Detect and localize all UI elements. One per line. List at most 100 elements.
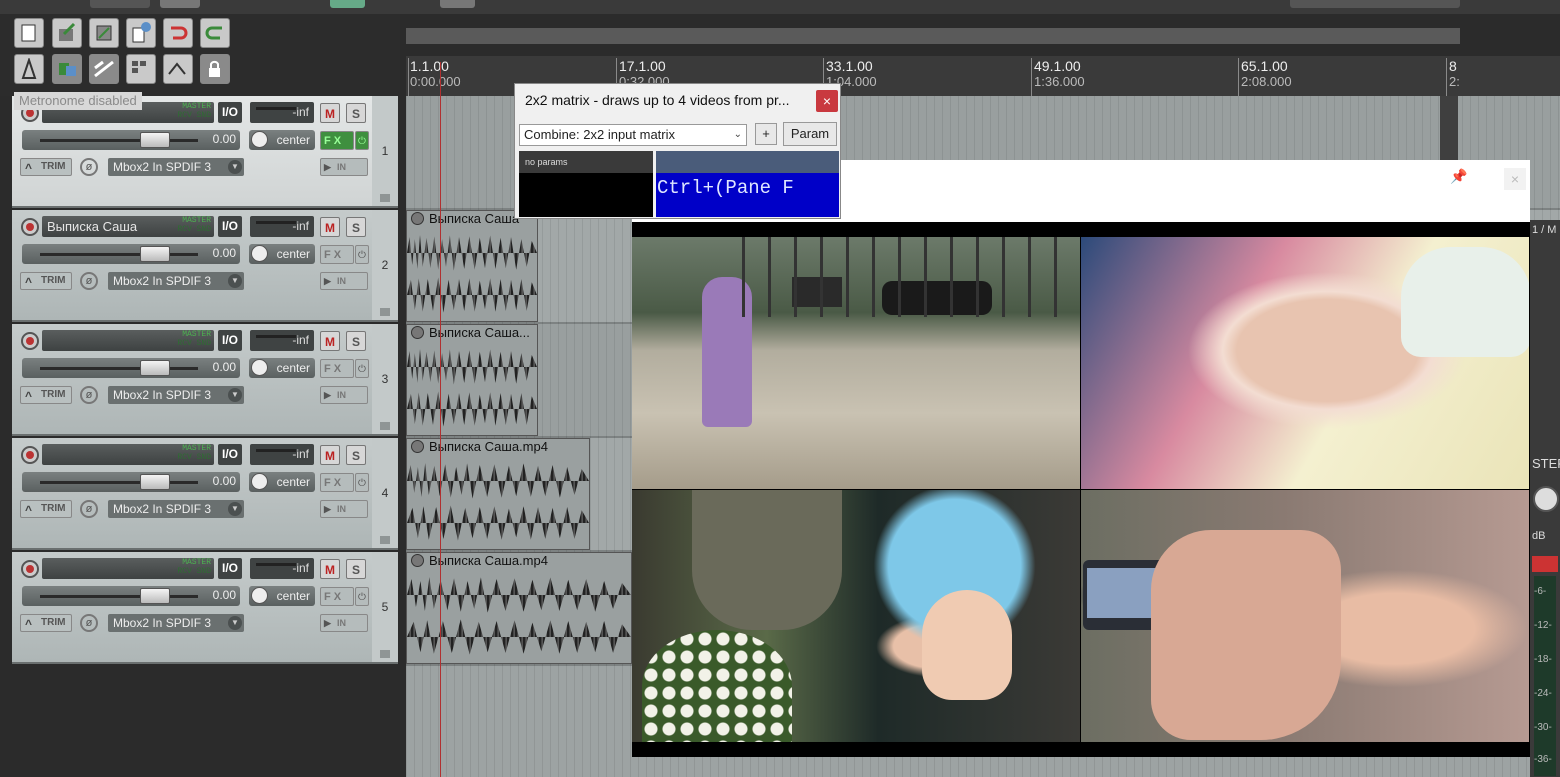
automation-mode-button[interactable]: TRIM [20, 272, 72, 290]
fx-button[interactable]: F X [320, 245, 354, 264]
master-pan-knob[interactable] [1533, 486, 1559, 512]
input-select[interactable]: Mbox2 In SPDIF 3 ▼ [108, 158, 244, 176]
fx-button[interactable]: F X [320, 587, 354, 606]
media-item[interactable]: Выписка Саша... [406, 324, 538, 436]
input-select[interactable]: Mbox2 In SPDIF 3 ▼ [108, 500, 244, 518]
mute-button[interactable]: M [320, 559, 340, 579]
automation-mode-button[interactable]: TRIM [20, 500, 72, 518]
undo-icon[interactable] [163, 18, 193, 48]
io-button[interactable]: I/O [218, 102, 242, 123]
horizontal-scrollbar[interactable] [406, 28, 1460, 44]
mute-button[interactable]: M [320, 217, 340, 237]
automation-mode-button[interactable]: TRIM [20, 614, 72, 632]
metronome-icon[interactable] [14, 54, 44, 84]
record-arm-button[interactable] [21, 218, 39, 236]
input-monitor-button[interactable]: IN [320, 158, 368, 176]
fx-bypass-icon[interactable]: ⏻ [355, 359, 369, 378]
io-button[interactable]: I/O [218, 558, 242, 579]
envelope-points-icon[interactable] [163, 54, 193, 84]
close-icon[interactable]: × [1504, 168, 1526, 190]
pan-knob[interactable]: center [249, 358, 315, 378]
fx-bypass-icon[interactable]: ⏻ [355, 245, 369, 264]
track-name[interactable]: MASTER RCV SND [42, 330, 214, 351]
automation-mode-button[interactable]: TRIM [20, 386, 72, 404]
auto-crossfade-icon[interactable] [52, 54, 82, 84]
input-monitor-button[interactable]: IN [320, 272, 368, 290]
track-header[interactable]: MASTER RCV SND I/O -inf M S 0.00 center F… [12, 324, 398, 436]
volume-fader[interactable]: 0.00 [22, 586, 240, 606]
input-monitor-button[interactable]: IN [320, 386, 368, 404]
volume-fader[interactable]: 0.00 [22, 472, 240, 492]
ripple-edit-icon[interactable] [89, 54, 119, 84]
fx-window[interactable]: 2x2 matrix - draws up to 4 videos from p… [514, 83, 841, 219]
solo-button[interactable]: S [346, 217, 366, 237]
record-arm-button[interactable] [21, 446, 39, 464]
volume-fader[interactable]: 0.00 [22, 244, 240, 264]
track-header[interactable]: Выписка Саша MASTER RCV SND I/O -inf M S 0… [12, 210, 398, 322]
new-project-icon[interactable] [14, 18, 44, 48]
automation-mode-button[interactable]: TRIM [20, 158, 72, 176]
save-project-icon[interactable] [89, 18, 119, 48]
input-monitor-button[interactable]: IN [320, 500, 368, 518]
solo-button[interactable]: S [346, 559, 366, 579]
pan-knob[interactable]: center [249, 586, 315, 606]
fader-knob[interactable] [140, 132, 170, 148]
fader-knob[interactable] [140, 360, 170, 376]
mute-button[interactable]: M [320, 103, 340, 123]
phase-invert-icon[interactable]: ø [80, 386, 98, 404]
pin-icon[interactable]: 📌 [1450, 168, 1467, 185]
input-monitor-button[interactable]: IN [320, 614, 368, 632]
fx-button[interactable]: F X [320, 359, 354, 378]
fader-knob[interactable] [140, 474, 170, 490]
solo-button[interactable]: S [346, 103, 366, 123]
pan-knob[interactable]: center [249, 244, 315, 264]
input-select[interactable]: Mbox2 In SPDIF 3 ▼ [108, 386, 244, 404]
pan-knob[interactable]: center [249, 472, 315, 492]
open-project-icon[interactable] [52, 18, 82, 48]
phase-invert-icon[interactable]: ø [80, 272, 98, 290]
code-editor[interactable]: Ctrl+(Pane F [656, 151, 839, 217]
fx-button[interactable]: F X [320, 473, 354, 492]
video-window[interactable]: 📌 × [632, 160, 1530, 757]
fx-button[interactable]: F X [320, 131, 354, 150]
mute-button[interactable]: M [320, 445, 340, 465]
fx-bypass-icon[interactable]: ⏻ [355, 131, 369, 150]
track-header[interactable]: MASTER RCV SND I/O -inf M S 0.00 center F… [12, 438, 398, 550]
grid-snap-icon[interactable] [126, 54, 156, 84]
track-name[interactable]: Выписка Саша MASTER RCV SND [42, 216, 214, 237]
param-button[interactable]: Param [783, 122, 837, 146]
pan-knob[interactable]: center [249, 130, 315, 150]
record-arm-button[interactable] [21, 332, 39, 350]
track-header[interactable]: MASTER RCV SND I/O -inf M S 0.00 center F… [12, 552, 398, 664]
input-select[interactable]: Mbox2 In SPDIF 3 ▼ [108, 272, 244, 290]
volume-fader[interactable]: 0.00 [22, 130, 240, 150]
phase-invert-icon[interactable]: ø [80, 614, 98, 632]
fader-knob[interactable] [140, 246, 170, 262]
media-item[interactable]: Выписка Саша.mp4 [406, 438, 590, 550]
solo-button[interactable]: S [346, 445, 366, 465]
project-settings-icon[interactable] [126, 18, 156, 48]
phase-invert-icon[interactable]: ø [80, 158, 98, 176]
io-button[interactable]: I/O [218, 216, 242, 237]
input-select[interactable]: Mbox2 In SPDIF 3 ▼ [108, 614, 244, 632]
track-header[interactable]: MASTER RCV SND I/O -inf M S 0.00 center F… [12, 96, 398, 208]
phase-invert-icon[interactable]: ø [80, 500, 98, 518]
clip-indicator[interactable] [1532, 556, 1558, 572]
volume-fader[interactable]: 0.00 [22, 358, 240, 378]
fx-bypass-icon[interactable]: ⏻ [355, 473, 369, 492]
solo-button[interactable]: S [346, 331, 366, 351]
record-arm-button[interactable] [21, 560, 39, 578]
track-name[interactable]: MASTER RCV SND [42, 558, 214, 579]
mute-button[interactable]: M [320, 331, 340, 351]
vertical-scrollbar[interactable] [1440, 96, 1458, 164]
io-button[interactable]: I/O [218, 444, 242, 465]
track-name[interactable]: MASTER RCV SND [42, 444, 214, 465]
media-item[interactable]: Выписка Саша [406, 210, 538, 322]
fader-knob[interactable] [140, 588, 170, 604]
add-preset-button[interactable]: + [755, 123, 777, 145]
preset-combo[interactable]: Combine: 2x2 input matrix ⌄ [519, 124, 747, 146]
redo-icon[interactable] [200, 18, 230, 48]
close-icon[interactable]: × [816, 90, 838, 112]
fx-bypass-icon[interactable]: ⏻ [355, 587, 369, 606]
lock-icon[interactable] [200, 54, 230, 84]
